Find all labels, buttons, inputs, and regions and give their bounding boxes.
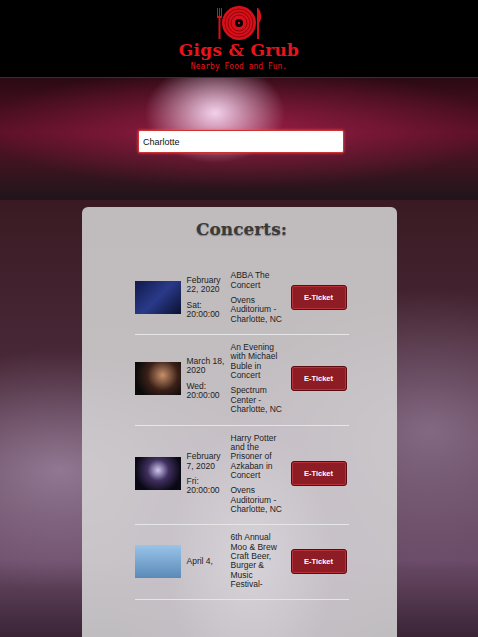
site-header: Gigs & Grub Nearby Food and Fun. <box>0 0 478 78</box>
concert-name: An Evening with Michael Buble in Concert <box>231 343 285 380</box>
concert-date: March 18, 2020 Wed: 20:00:00 <box>187 357 225 400</box>
date-text: April 4, <box>187 557 225 566</box>
concert-date: April 4, <box>187 557 225 566</box>
time-text: Fri: 20:00:00 <box>187 477 225 496</box>
concert-venue: Ovens Auditorium - Charlotte, NC <box>231 486 285 514</box>
concert-thumbnail <box>135 281 181 314</box>
eticket-button[interactable]: E-Ticket <box>291 461 347 486</box>
concert-name: 6th Annual Moo & Brew Craft Beer, Burger… <box>231 533 285 589</box>
concert-thumbnail <box>135 457 181 490</box>
time-text: Sat: 20:00:00 <box>187 301 225 320</box>
eticket-button[interactable]: E-Ticket <box>291 366 347 391</box>
concert-info: Harry Potter and the Prisoner of Azkaban… <box>231 434 285 515</box>
concert-date: February 7, 2020 Fri: 20:00:00 <box>187 452 225 495</box>
concert-date: February 22, 2020 Sat: 20:00:00 <box>187 276 225 319</box>
concert-list: February 22, 2020 Sat: 20:00:00 ABBA The C… <box>135 263 349 600</box>
concert-thumbnail <box>135 545 181 578</box>
concert-venue: Spectrum Center - Charlotte, NC <box>231 386 285 414</box>
record-utensils-icon <box>213 4 265 42</box>
concert-row: March 18, 2020 Wed: 20:00:00 An Evening wi… <box>135 335 349 425</box>
date-text: March 18, 2020 <box>187 357 225 376</box>
eticket-button[interactable]: E-Ticket <box>291 549 347 574</box>
concert-info: An Evening with Michael Buble in Concert… <box>231 343 285 414</box>
date-text: February 22, 2020 <box>187 276 225 295</box>
concert-name: ABBA The Concert <box>231 271 285 290</box>
concert-info: ABBA The Concert Ovens Auditorium - Charl… <box>231 271 285 324</box>
concert-row: April 4, 6th Annual Moo & Brew Craft Beer… <box>135 525 349 600</box>
concert-name: Harry Potter and the Prisoner of Azkaban… <box>231 434 285 481</box>
concert-info: 6th Annual Moo & Brew Craft Beer, Burger… <box>231 533 285 589</box>
concerts-panel: Concerts: February 22, 2020 Sat: 20:00:00… <box>82 207 397 637</box>
eticket-button[interactable]: E-Ticket <box>291 285 347 310</box>
concert-row: February 22, 2020 Sat: 20:00:00 ABBA The C… <box>135 263 349 335</box>
date-text: February 7, 2020 <box>187 452 225 471</box>
site-title: Gigs & Grub <box>179 42 300 59</box>
hero-banner <box>0 78 478 200</box>
city-search[interactable] <box>138 130 344 153</box>
time-text: Wed: 20:00:00 <box>187 382 225 401</box>
site-tagline: Nearby Food and Fun. <box>191 63 287 71</box>
concert-row: February 7, 2020 Fri: 20:00:00 Harry Potte… <box>135 426 349 526</box>
concerts-heading: Concerts: <box>135 219 349 239</box>
concert-thumbnail <box>135 362 181 395</box>
concert-venue: Ovens Auditorium - Charlotte, NC <box>231 296 285 324</box>
